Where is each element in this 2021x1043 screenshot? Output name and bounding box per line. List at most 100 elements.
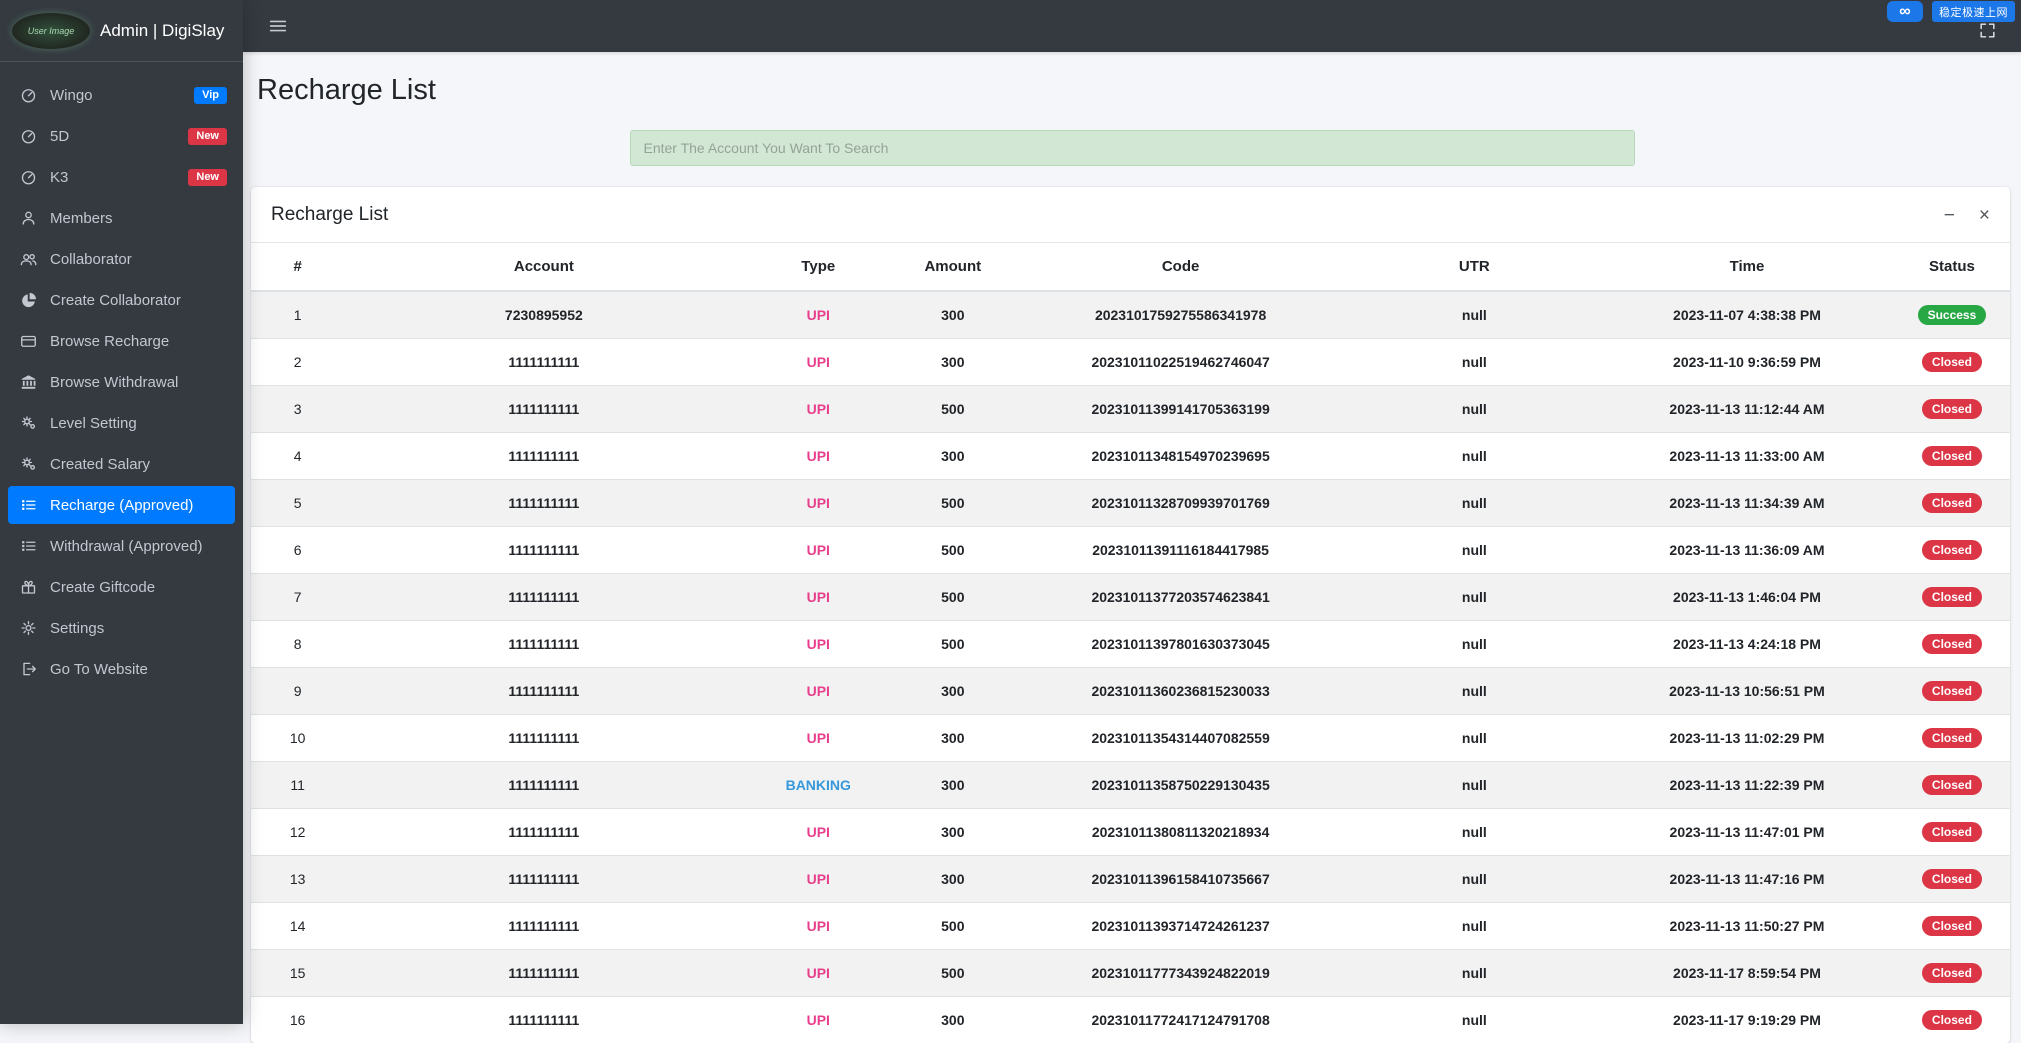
sidebar-item-label: Recharge (Approved) bbox=[50, 497, 193, 514]
status-badge: Closed bbox=[1922, 1010, 1982, 1030]
cell-type: BANKING bbox=[744, 761, 894, 808]
cell-type: UPI bbox=[744, 385, 894, 432]
payment-type-label: UPI bbox=[807, 307, 830, 323]
cell-account: 1111111111 bbox=[344, 432, 743, 479]
extension-badge[interactable]: 稳定极速上网 bbox=[1932, 1, 2015, 22]
column-header-status: Status bbox=[1894, 243, 2010, 291]
cell-status: Closed bbox=[1894, 714, 2010, 761]
cell-code: 20231011348154970239695 bbox=[1013, 432, 1349, 479]
sidebar-item-created-salary[interactable]: Created Salary bbox=[8, 445, 235, 483]
sidebar-nav: WingoVip5DNewK3NewMembersCollaboratorCre… bbox=[0, 62, 243, 688]
extension-logo-icon[interactable]: ∞ bbox=[1887, 1, 1923, 22]
user-avatar: User Image bbox=[12, 13, 90, 49]
cell-time: 2023-11-13 11:36:09 AM bbox=[1600, 526, 1894, 573]
cell-index: 3 bbox=[251, 385, 344, 432]
table-row: 21111111111UPI30020231011022519462746047… bbox=[251, 338, 2010, 385]
table-row: 141111111111UPI5002023101139371472426123… bbox=[251, 902, 2010, 949]
cell-time: 2023-11-07 4:38:38 PM bbox=[1600, 291, 1894, 338]
credit-card-icon bbox=[18, 332, 39, 350]
cell-time: 2023-11-13 11:47:01 PM bbox=[1600, 808, 1894, 855]
sidebar-item-browse-recharge[interactable]: Browse Recharge bbox=[8, 322, 235, 360]
cell-amount: 300 bbox=[893, 432, 1013, 479]
table-row: 121111111111UPI3002023101138081132021893… bbox=[251, 808, 2010, 855]
cell-utr: null bbox=[1349, 291, 1601, 338]
column-header-time: Time bbox=[1600, 243, 1894, 291]
cell-amount: 300 bbox=[893, 667, 1013, 714]
table-row: 17230895952UPI3002023101759275586341978n… bbox=[251, 291, 2010, 338]
cell-time: 2023-11-13 4:24:18 PM bbox=[1600, 620, 1894, 667]
cell-amount: 500 bbox=[893, 902, 1013, 949]
list-icon bbox=[18, 537, 39, 555]
cell-utr: null bbox=[1349, 902, 1601, 949]
cell-code: 20231011358750229130435 bbox=[1013, 761, 1349, 808]
sidebar-item-badge: New bbox=[188, 169, 227, 186]
cell-utr: null bbox=[1349, 432, 1601, 479]
cell-account: 1111111111 bbox=[344, 526, 743, 573]
sidebar-item-browse-withdrawal[interactable]: Browse Withdrawal bbox=[8, 363, 235, 401]
collapse-icon[interactable]: − bbox=[1944, 206, 1955, 225]
cell-status: Closed bbox=[1894, 479, 2010, 526]
cell-code: 20231011377203574623841 bbox=[1013, 573, 1349, 620]
cell-type: UPI bbox=[744, 855, 894, 902]
cell-index: 6 bbox=[251, 526, 344, 573]
cell-account: 1111111111 bbox=[344, 338, 743, 385]
user-icon bbox=[18, 209, 39, 227]
sidebar-item-withdrawal-approved[interactable]: Withdrawal (Approved) bbox=[8, 527, 235, 565]
cell-index: 1 bbox=[251, 291, 344, 338]
sidebar-item-collaborator[interactable]: Collaborator bbox=[8, 240, 235, 278]
cell-code: 20231011022519462746047 bbox=[1013, 338, 1349, 385]
sidebar-item-go-to-website[interactable]: Go To Website bbox=[8, 650, 235, 688]
sidebar-item-wingo[interactable]: WingoVip bbox=[8, 76, 235, 114]
sidebar-item-label: Create Giftcode bbox=[50, 579, 155, 596]
payment-type-label: UPI bbox=[807, 636, 830, 652]
status-badge: Closed bbox=[1922, 963, 1982, 983]
cell-account: 7230895952 bbox=[344, 291, 743, 338]
gift-icon bbox=[18, 578, 39, 596]
sidebar-item-5d[interactable]: 5DNew bbox=[8, 117, 235, 155]
fullscreen-icon[interactable] bbox=[1978, 21, 1997, 40]
gauge-icon bbox=[18, 168, 39, 186]
cell-status: Closed bbox=[1894, 338, 2010, 385]
sidebar-item-label: Go To Website bbox=[50, 661, 148, 678]
cell-type: UPI bbox=[744, 996, 894, 1043]
cell-utr: null bbox=[1349, 761, 1601, 808]
cell-account: 1111111111 bbox=[344, 949, 743, 996]
cell-type: UPI bbox=[744, 949, 894, 996]
cell-code: 20231011397801630373045 bbox=[1013, 620, 1349, 667]
sidebar-item-label: Created Salary bbox=[50, 456, 150, 473]
cell-utr: null bbox=[1349, 949, 1601, 996]
sidebar-item-create-collaborator[interactable]: Create Collaborator bbox=[8, 281, 235, 319]
sidebar-item-level-setting[interactable]: Level Setting bbox=[8, 404, 235, 442]
table-header-row: #AccountTypeAmountCodeUTRTimeStatus bbox=[251, 243, 2010, 291]
sidebar-item-members[interactable]: Members bbox=[8, 199, 235, 237]
cell-account: 1111111111 bbox=[344, 620, 743, 667]
brand-title: Admin | DigiSlay bbox=[100, 21, 224, 41]
payment-type-label: UPI bbox=[807, 824, 830, 840]
close-icon[interactable]: × bbox=[1979, 206, 1990, 225]
cell-amount: 300 bbox=[893, 808, 1013, 855]
payment-type-label: UPI bbox=[807, 965, 830, 981]
table-row: 31111111111UPI50020231011399141705363199… bbox=[251, 385, 2010, 432]
cell-index: 4 bbox=[251, 432, 344, 479]
cell-account: 1111111111 bbox=[344, 761, 743, 808]
payment-type-label: UPI bbox=[807, 495, 830, 511]
gauge-icon bbox=[18, 86, 39, 104]
cell-code: 20231011328709939701769 bbox=[1013, 479, 1349, 526]
cell-type: UPI bbox=[744, 902, 894, 949]
sidebar-item-create-giftcode[interactable]: Create Giftcode bbox=[8, 568, 235, 606]
cell-amount: 300 bbox=[893, 291, 1013, 338]
sidebar-item-k3[interactable]: K3New bbox=[8, 158, 235, 196]
status-badge: Closed bbox=[1922, 446, 1982, 466]
cell-type: UPI bbox=[744, 432, 894, 479]
menu-toggle-icon[interactable] bbox=[267, 15, 289, 37]
extension-badge-label: 稳定极速上网 bbox=[1939, 4, 2008, 20]
sidebar-item-settings[interactable]: Settings bbox=[8, 609, 235, 647]
payment-type-label: UPI bbox=[807, 542, 830, 558]
cell-status: Closed bbox=[1894, 526, 2010, 573]
cell-account: 1111111111 bbox=[344, 996, 743, 1043]
sidebar-item-recharge-approved[interactable]: Recharge (Approved) bbox=[8, 486, 235, 524]
column-header-account: Account bbox=[344, 243, 743, 291]
cell-type: UPI bbox=[744, 526, 894, 573]
status-badge: Success bbox=[1918, 305, 1987, 325]
account-search-input[interactable] bbox=[630, 130, 1635, 166]
